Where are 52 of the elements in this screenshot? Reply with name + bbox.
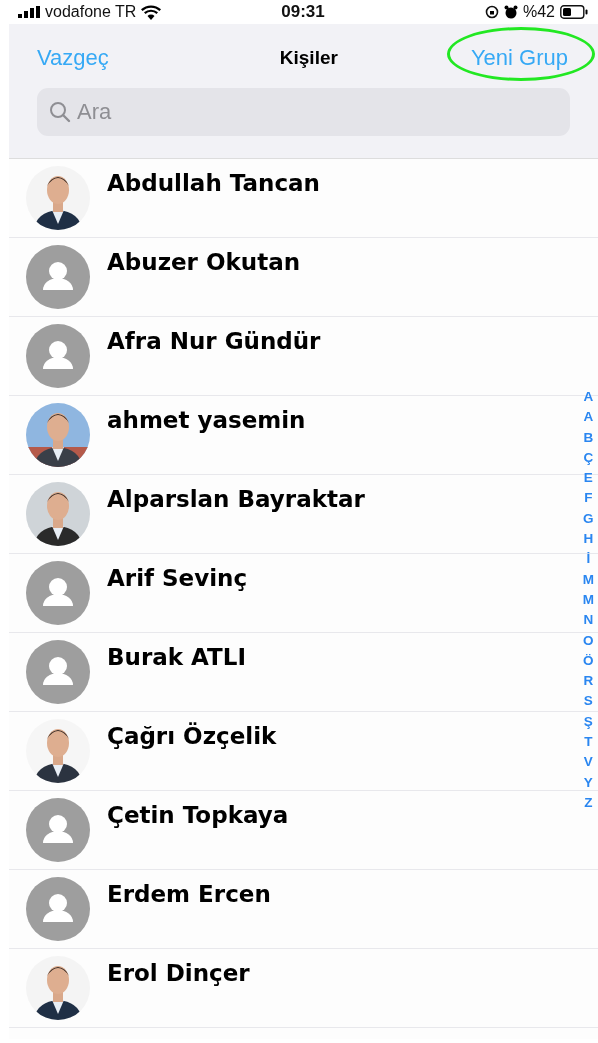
index-letter[interactable]: Ş [583,711,593,733]
contact-name[interactable]: Afra Nur Gündür [107,328,321,354]
avatar-placeholder-icon [26,324,90,388]
avatar-placeholder-icon [26,877,90,941]
carrier-name: vodafone TR [45,3,137,21]
alarm-clock-icon [504,5,518,19]
contact-name[interactable]: Abdullah Tancan [107,170,320,196]
contact-name[interactable]: Abuzer Okutan [107,249,301,275]
index-letter[interactable]: G [583,508,594,530]
index-letter[interactable]: B [583,427,594,448]
index-letter[interactable]: A [583,387,594,408]
search-field[interactable]: Ara [37,88,570,136]
avatar-placeholder-icon [26,798,90,862]
signal-icon [18,6,40,18]
avatar-placeholder-icon [26,640,90,704]
index-letter[interactable]: A [583,407,594,428]
contact-name[interactable]: Çağrı Özçelik [107,723,277,749]
index-letter[interactable]: F [584,488,593,509]
index-letter[interactable]: T [584,732,593,753]
search-icon [49,101,71,123]
contact-name[interactable]: Burak ATLI [107,644,246,670]
contact-name[interactable]: Arif Sevinç [107,565,248,591]
clock-time: 09:31 [281,2,325,22]
index-letter[interactable]: M [582,569,594,590]
index-letter[interactable]: E [583,468,593,489]
index-letter[interactable]: Ö [583,650,594,672]
index-letter[interactable]: V [583,752,593,773]
index-letter[interactable]: H [583,529,594,550]
avatar-placeholder-icon [26,245,90,309]
battery-icon [560,5,588,19]
new-group-button[interactable]: Yeni Grup [468,39,570,77]
contact-name[interactable]: Alparslan Bayraktar [107,486,365,512]
index-letter[interactable]: R [583,671,594,692]
battery-percent: %42 [523,3,555,21]
index-letter[interactable]: Y [583,772,593,793]
index-letter[interactable]: M [582,589,594,611]
index-letter[interactable]: O [583,630,594,651]
cancel-button[interactable]: Vazgeç [37,39,109,77]
index-letter[interactable]: S [583,691,593,712]
avatar-placeholder-icon [26,561,90,625]
rotation-lock-icon [485,5,499,19]
contact-name[interactable]: Çetin Topkaya [107,802,289,828]
wifi-icon [141,4,162,20]
search-input[interactable]: Ara [77,99,558,125]
contact-name[interactable]: Erdem Ercen [107,881,271,907]
contact-name[interactable]: Erol Dinçer [107,960,250,986]
index-letter[interactable]: Z [584,792,593,814]
index-letter[interactable]: Ç [583,447,594,469]
index-letter[interactable]: N [583,610,594,631]
contact-name[interactable]: ahmet yasemin [107,407,306,433]
screen-title: Kişiler [279,47,338,69]
index-letter[interactable]: İ [586,549,591,570]
